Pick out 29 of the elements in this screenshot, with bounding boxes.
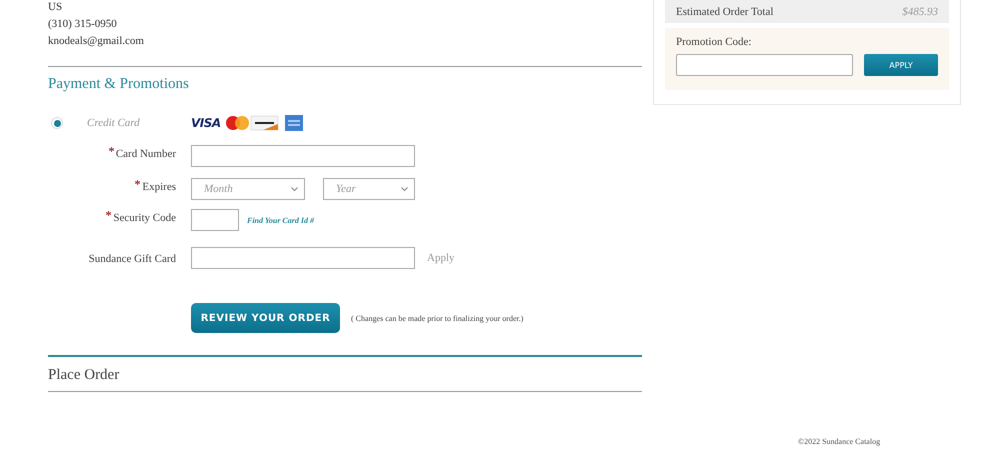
section-heading: Payment & Promotions (48, 75, 190, 93)
card-number-field[interactable] (191, 145, 415, 167)
chevron-down-icon (291, 186, 298, 192)
gift-card-field[interactable] (191, 247, 415, 269)
field-label: Expires (48, 178, 176, 200)
copyright-text: ©2022 Sundance Catalog (798, 437, 880, 446)
promo-code-field[interactable] (676, 54, 853, 76)
dropdown[interactable]: Month (191, 178, 305, 200)
chevron-down-icon (401, 186, 408, 192)
security-code-field[interactable] (191, 209, 239, 231)
payment-method-label: Credit Card (87, 117, 141, 129)
note-text: ( Changes can be made prior to finalizing your order.) (351, 314, 524, 322)
total-amount: $485.93 (902, 6, 938, 18)
review-order-button[interactable]: REVIEW YOUR ORDER (191, 303, 340, 333)
country-text: US (48, 0, 64, 15)
apply-link[interactable]: Apply (427, 252, 454, 264)
phone-text: (310) 315-0950 (48, 17, 118, 32)
section-heading: Place Order (48, 366, 120, 384)
card-id-link[interactable]: Find Your Card Id # (247, 216, 314, 224)
field-label: Sundance Gift Card (88, 252, 176, 267)
radio-button[interactable] (51, 117, 63, 129)
apply-button[interactable]: APPLY (864, 54, 938, 76)
field-label: Card Number (48, 145, 176, 167)
field-label: Security Code (48, 209, 176, 231)
email-text: knodeals@gmail.com (48, 34, 145, 49)
total-label: Estimated Order Total (676, 6, 774, 18)
dropdown[interactable]: Year (323, 178, 415, 200)
promo-label: Promotion Code: (676, 36, 752, 48)
card-logo-text: VISA (191, 116, 221, 130)
